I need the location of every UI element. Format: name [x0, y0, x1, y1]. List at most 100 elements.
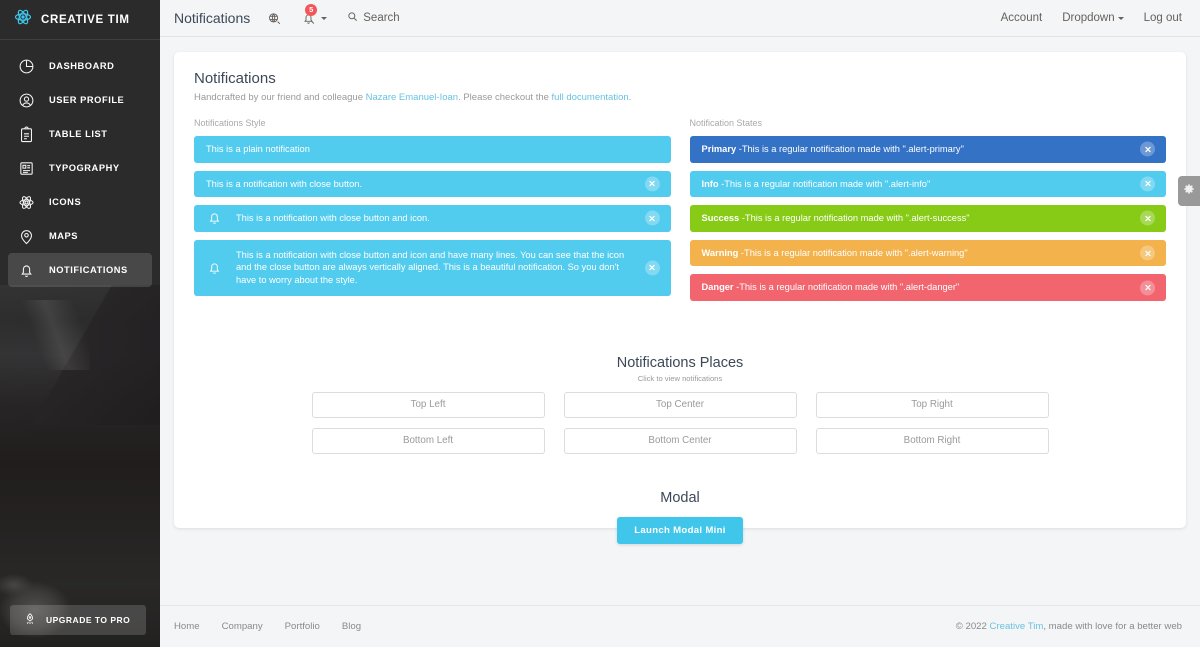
sidebar-item-label: USER PROFILE	[49, 95, 125, 105]
close-icon[interactable]	[1140, 141, 1155, 157]
place-button-bottom-left[interactable]: Bottom Left	[311, 427, 545, 454]
place-button-bottom-right[interactable]: Bottom Right	[815, 427, 1049, 454]
search-button[interactable]: Search	[347, 11, 400, 25]
map-pin-icon	[18, 228, 35, 245]
footer-link-company[interactable]: Company	[222, 621, 263, 632]
page-title: Notifications	[174, 10, 251, 26]
brand-logo[interactable]: CREATIVE TIM	[0, 0, 160, 40]
footer-links: Home Company Portfolio Blog	[174, 621, 361, 632]
alert-text: This is a plain notification	[206, 144, 310, 154]
sidebar-item-label: ICONS	[49, 197, 82, 207]
card-subtitle: Handcrafted by our friend and colleague …	[194, 92, 1166, 103]
sidebar-item-label: NOTIFICATIONS	[49, 265, 128, 275]
alert-state: Info	[701, 178, 719, 189]
close-icon[interactable]	[644, 210, 660, 226]
close-icon[interactable]	[644, 260, 660, 276]
alert-text: This is a notification with close button…	[236, 249, 625, 285]
sidebar-item-dashboard[interactable]: DASHBOARD	[8, 49, 152, 83]
search-label: Search	[363, 12, 400, 24]
footer-link-portfolio[interactable]: Portfolio	[285, 621, 320, 632]
place-button-bottom-center[interactable]: Bottom Center	[563, 427, 797, 454]
account-label: Account	[1000, 12, 1043, 24]
card-title: Notifications	[194, 70, 276, 87]
alert-state: Primary	[701, 144, 737, 154]
alert-with-close-and-icon: This is a notification with close button…	[194, 205, 671, 232]
sidebar-item-icons[interactable]: ICONS	[8, 185, 152, 219]
places-subtitle: Click to view notifications	[637, 373, 723, 383]
dropdown-link[interactable]: Dropdown	[1062, 12, 1124, 24]
notification-states-label: Notification States	[689, 118, 763, 128]
alert-state: Danger	[701, 282, 734, 293]
upgrade-to-pro-button[interactable]: UPGRADE TO PRO	[10, 605, 146, 635]
alert-text: -This is a regular notification made wit…	[736, 144, 964, 154]
sidebar-item-typography[interactable]: TYPOGRAPHY	[8, 151, 152, 185]
sidebar-item-table-list[interactable]: TABLE LIST	[8, 117, 152, 151]
notifications-style-label: Notifications Style	[194, 118, 266, 128]
notifications-style-column: Notifications Style This is a plain noti…	[194, 118, 671, 309]
alert-state: Success	[701, 213, 740, 224]
account-link[interactable]: Account	[1001, 12, 1043, 24]
upgrade-to-pro-label: UPGRADE TO PRO	[46, 615, 131, 625]
logout-label: Log out	[1143, 12, 1182, 24]
notifications-places-section: Notifications Places Click to view notif…	[194, 355, 1166, 454]
bell-icon	[18, 262, 35, 279]
author-link[interactable]: Nazare Emanuel-Ioan	[366, 92, 458, 103]
footer-link-blog[interactable]: Blog	[342, 621, 361, 632]
sidebar-nav: DASHBOARD USER PROFILE TABLE LIST TYPOGR…	[0, 49, 160, 287]
alert-primary: Primary -This is a regular notification …	[689, 136, 1166, 163]
atom-icon	[18, 194, 35, 211]
places-row-bottom: Bottom Left Bottom Center Bottom Right	[194, 427, 1166, 454]
notifications-card: Notifications Handcrafted by our friend …	[174, 52, 1186, 544]
notifications-bell-button[interactable]: 5	[298, 4, 318, 28]
modal-title: Modal	[660, 489, 700, 506]
dropdown-label: Dropdown	[1062, 12, 1115, 24]
close-icon[interactable]	[1140, 210, 1155, 226]
chevron-down-icon[interactable]	[321, 16, 328, 20]
sidebar-item-notifications[interactable]: NOTIFICATIONS	[8, 253, 152, 287]
footer: Home Company Portfolio Blog © 2022 Creat…	[160, 605, 1200, 647]
footer-copyright: © 2022 Creative Tim, made with love for …	[956, 621, 1182, 632]
close-icon[interactable]	[1140, 245, 1155, 261]
copyright-pre: © 2022	[955, 621, 990, 632]
alert-success: Success -This is a regular notification …	[689, 205, 1166, 232]
clipboard-icon	[18, 126, 35, 143]
sidebar-item-label: MAPS	[49, 231, 79, 241]
place-button-top-right[interactable]: Top Right	[815, 391, 1049, 418]
brand-name: CREATIVE TIM	[41, 13, 130, 26]
place-button-top-center[interactable]: Top Center	[563, 391, 797, 418]
sidebar-item-user-profile[interactable]: USER PROFILE	[8, 83, 152, 117]
subtitle-mid: . Please checkout the	[458, 92, 552, 103]
alert-text: This is a notification with close button…	[236, 213, 430, 224]
logout-link[interactable]: Log out	[1144, 12, 1182, 24]
alert-plain: This is a plain notification	[194, 136, 671, 163]
place-button-top-left[interactable]: Top Left	[311, 391, 545, 418]
footer-link-home[interactable]: Home	[174, 621, 200, 632]
alert-text: This is a notification with close button…	[206, 178, 363, 189]
close-icon[interactable]	[644, 176, 660, 192]
pie-chart-icon	[18, 58, 35, 75]
launch-modal-mini-button[interactable]: Launch Modal Mini	[617, 516, 743, 544]
documentation-link[interactable]: full documentation	[552, 92, 629, 103]
user-circle-icon	[18, 92, 35, 109]
search-icon	[347, 11, 358, 25]
places-title: Notifications Places	[616, 354, 744, 371]
text-page-icon	[18, 160, 35, 177]
sidebar-snow-shape	[0, 300, 90, 370]
navbar-right-links: Account Dropdown Log out	[1001, 12, 1200, 24]
alert-state: Warning	[701, 247, 739, 258]
close-icon[interactable]	[1140, 280, 1155, 296]
sidebar-item-label: TABLE LIST	[49, 129, 108, 139]
alert-text: -This is a regular notification made wit…	[738, 247, 968, 258]
gear-icon	[1182, 182, 1196, 201]
alert-with-close: This is a notification with close button…	[194, 170, 671, 198]
dashboard-globe-icon[interactable]	[264, 8, 284, 28]
sidebar-item-maps[interactable]: MAPS	[8, 219, 152, 253]
bell-icon	[206, 210, 223, 227]
settings-tab-button[interactable]	[1178, 176, 1200, 206]
close-icon[interactable]	[1140, 176, 1155, 192]
creative-tim-link[interactable]: Creative Tim	[990, 621, 1044, 632]
alert-text: -This is a regular notification made wit…	[733, 282, 960, 293]
react-atom-icon	[14, 8, 32, 31]
alerts-columns: Notifications Style This is a plain noti…	[194, 118, 1166, 309]
alert-warning: Warning -This is a regular notification …	[689, 239, 1166, 267]
